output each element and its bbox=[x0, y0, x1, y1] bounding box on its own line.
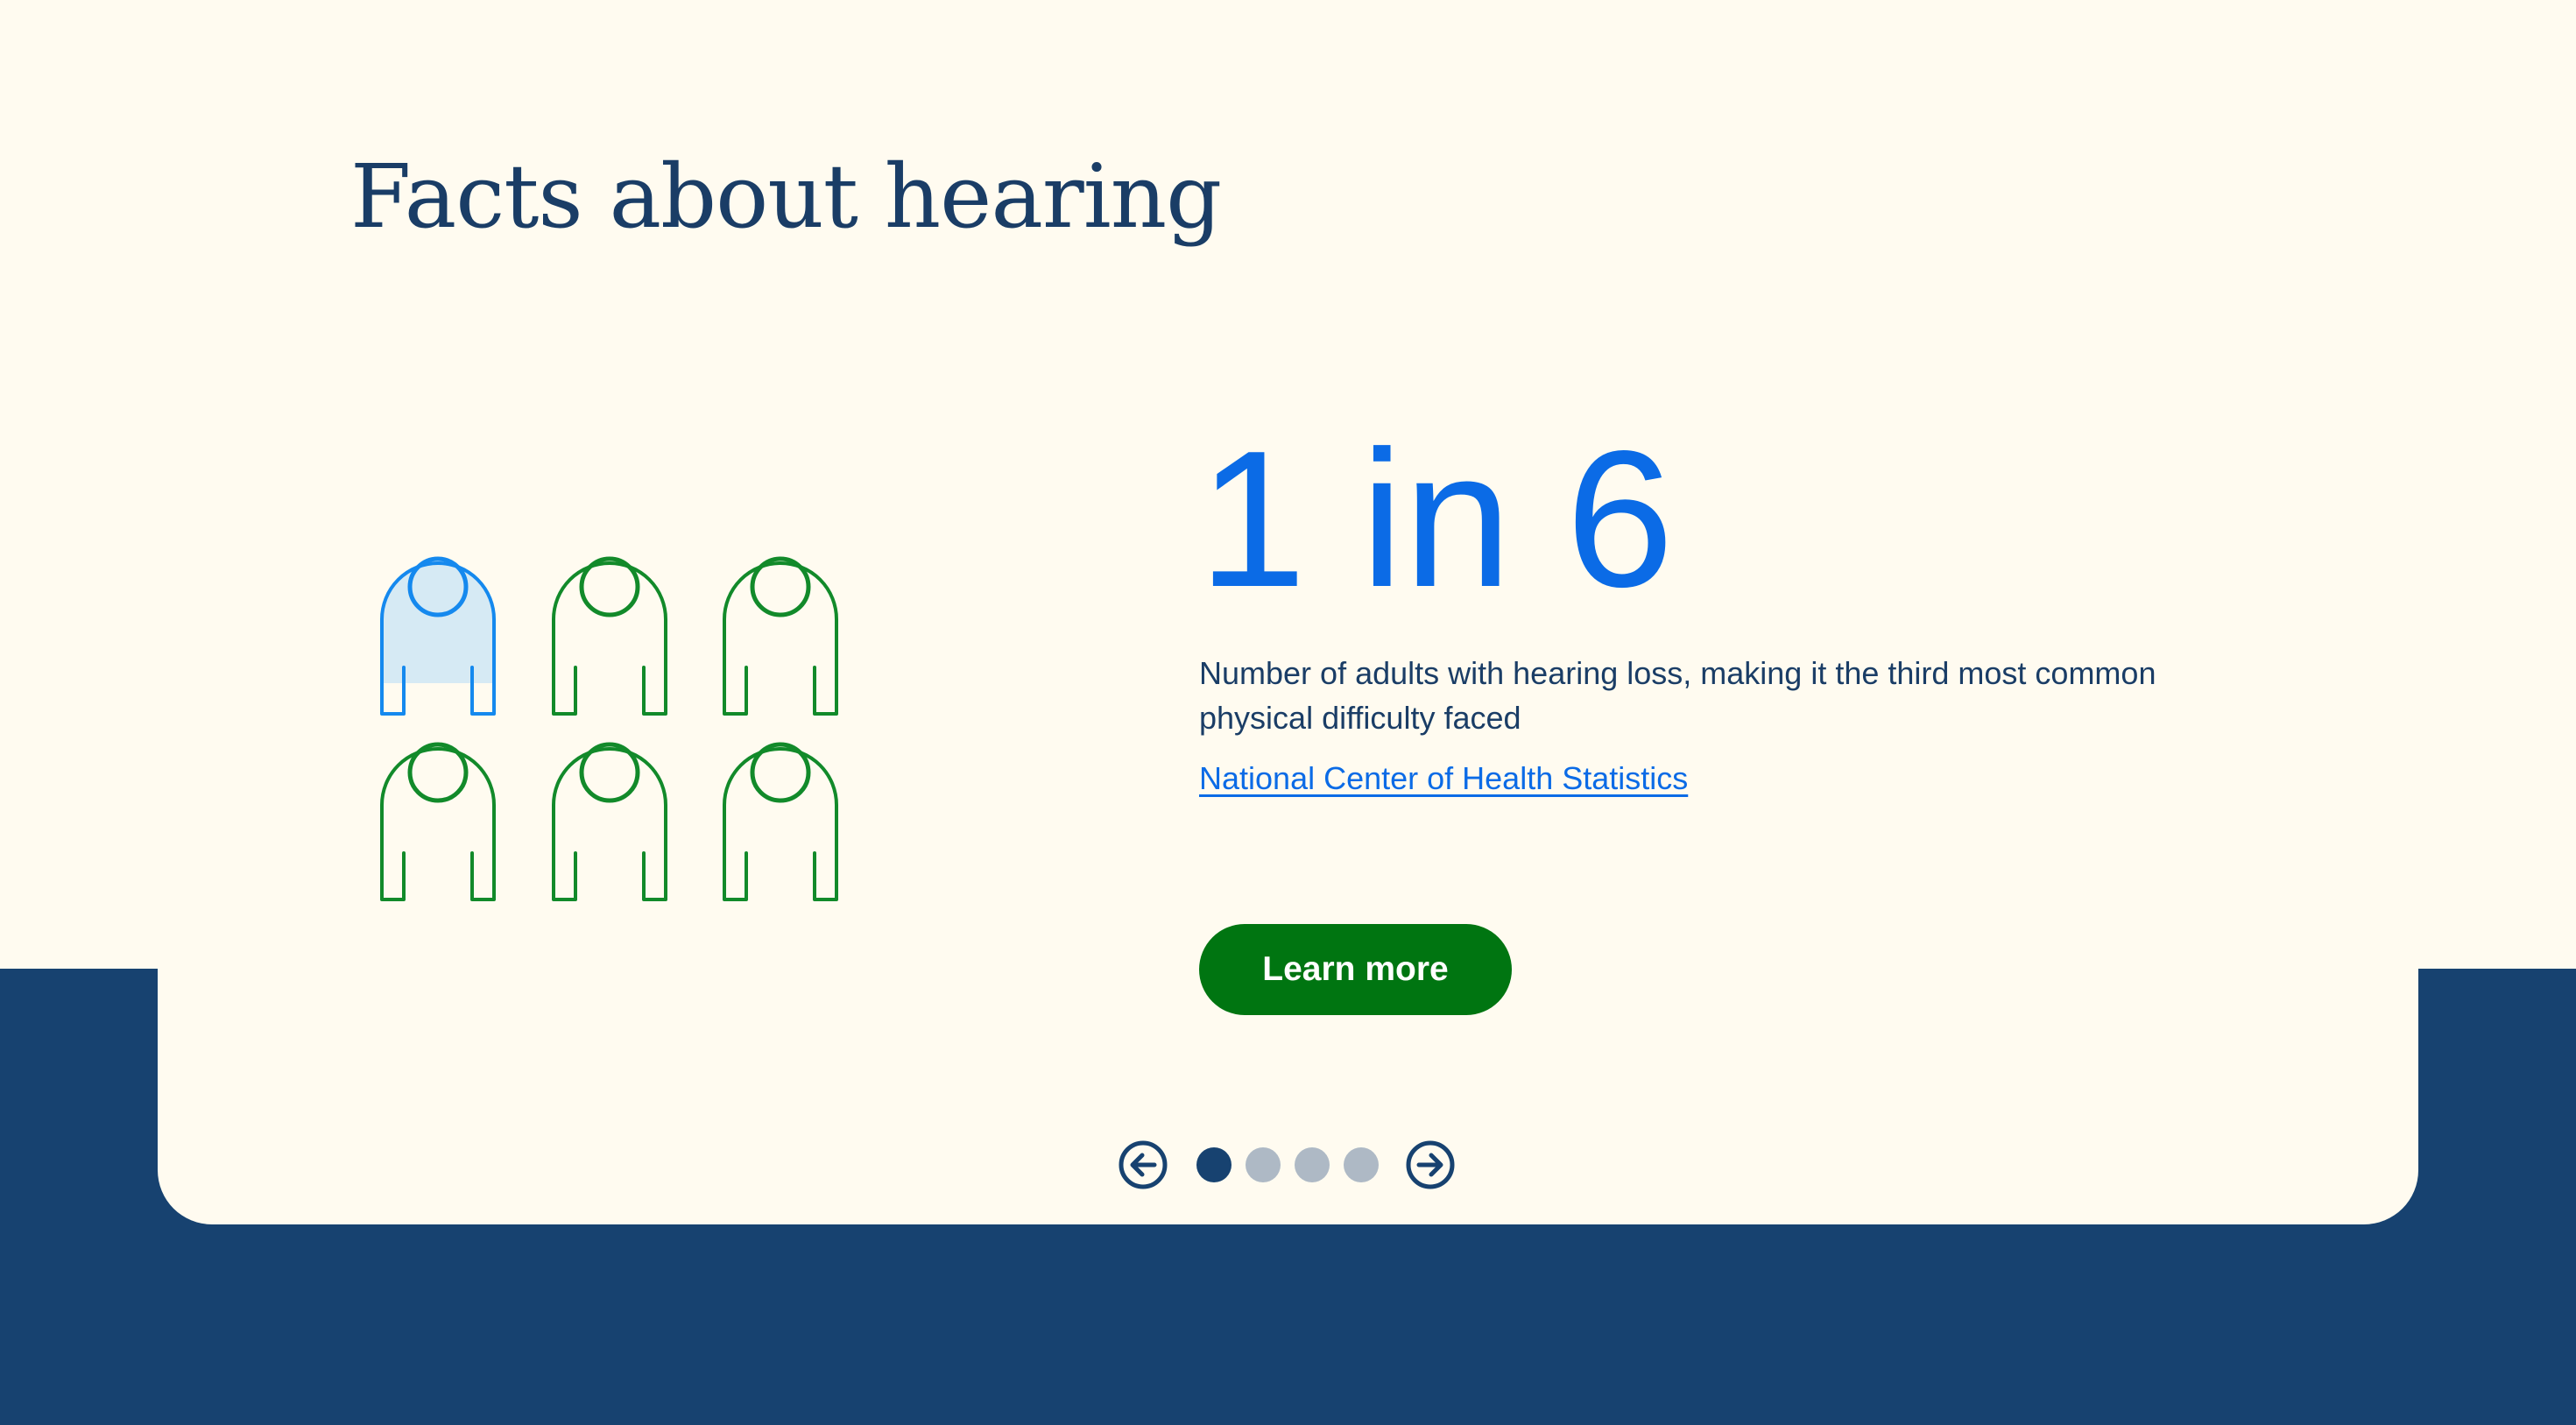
person-icon bbox=[552, 556, 667, 716]
person-icon bbox=[723, 742, 838, 901]
fact-description: Number of adults with hearing loss, maki… bbox=[1199, 655, 2156, 736]
arrow-right-circle-icon bbox=[1406, 1140, 1455, 1189]
learn-more-button[interactable]: Learn more bbox=[1199, 924, 1512, 1015]
section-heading: Facts about hearing bbox=[350, 145, 1222, 248]
carousel-controls bbox=[1118, 1139, 1456, 1191]
carousel-dot-3[interactable] bbox=[1295, 1147, 1330, 1182]
person-icon bbox=[723, 556, 838, 716]
carousel-dot-2[interactable] bbox=[1246, 1147, 1281, 1182]
people-illustration bbox=[380, 556, 838, 901]
carousel-dot-1[interactable] bbox=[1196, 1147, 1232, 1182]
carousel-prev-button[interactable] bbox=[1118, 1139, 1168, 1190]
fact-statistic: 1 in 6 bbox=[1198, 411, 1675, 628]
person-icon-highlighted bbox=[380, 556, 496, 716]
source-link[interactable]: National Center of Health Statistics bbox=[1199, 757, 1688, 801]
carousel-dot-4[interactable] bbox=[1344, 1147, 1379, 1182]
arrow-left-circle-icon bbox=[1119, 1140, 1168, 1189]
person-icon bbox=[380, 742, 496, 901]
carousel-next-button[interactable] bbox=[1405, 1139, 1456, 1190]
person-icon bbox=[552, 742, 667, 901]
